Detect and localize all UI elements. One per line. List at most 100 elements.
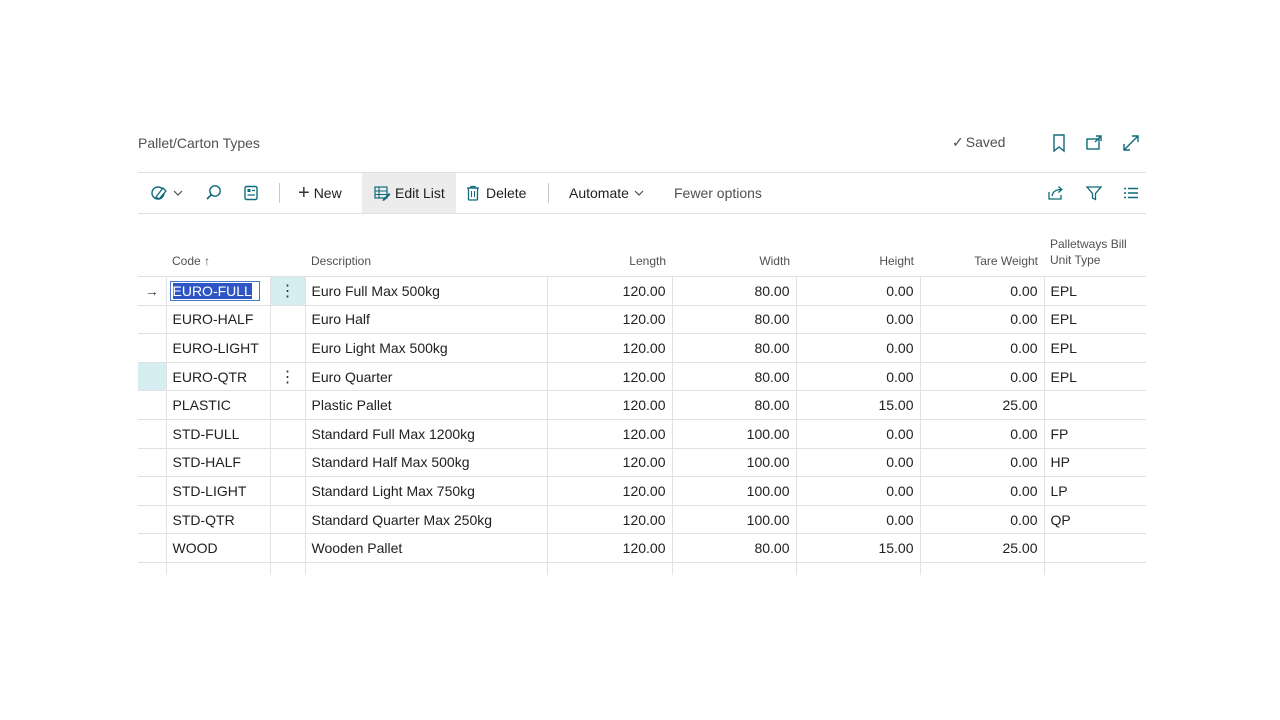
column-header-palletways-bill-unit-type[interactable]: Palletways Bill Unit Type — [1044, 230, 1146, 277]
cell-height[interactable]: 15.00 — [795, 390, 920, 420]
table-row[interactable]: STD-HALF Standard Half Max 500kg 120.00 … — [138, 448, 1146, 478]
column-header-width[interactable]: Width — [672, 230, 796, 277]
cell-code[interactable]: EURO-LIGHT — [165, 333, 270, 363]
table-row[interactable]: EURO-HALF Euro Half 120.00 80.00 0.00 0.… — [138, 305, 1146, 335]
cell-height[interactable]: 0.00 — [795, 362, 920, 392]
row-menu-cell[interactable] — [269, 390, 305, 420]
row-selector[interactable] — [138, 562, 166, 575]
cell-code[interactable]: PLASTIC — [165, 390, 270, 420]
cell-unit-type[interactable]: EPL — [1043, 333, 1146, 363]
current-row-arrow-icon[interactable]: → — [138, 276, 166, 306]
cell-description[interactable]: Standard Half Max 500kg — [304, 448, 547, 478]
row-selector[interactable] — [138, 448, 166, 478]
row-selector[interactable] — [138, 505, 166, 535]
new-button[interactable]: + New — [298, 173, 342, 213]
cell-code[interactable]: EURO-QTR — [165, 362, 270, 392]
cell-description[interactable]: Wooden Pallet — [304, 533, 547, 563]
cell-description[interactable]: Euro Full Max 500kg — [304, 276, 547, 306]
table-row[interactable]: EURO-LIGHT Euro Light Max 500kg 120.00 8… — [138, 333, 1146, 363]
cell-length[interactable]: 120.00 — [546, 419, 672, 449]
table-row[interactable]: STD-LIGHT Standard Light Max 750kg 120.0… — [138, 476, 1146, 506]
cell-width[interactable]: 100.00 — [671, 448, 796, 478]
table-row[interactable]: STD-FULL Standard Full Max 1200kg 120.00… — [138, 419, 1146, 449]
cell-tare-weight[interactable]: 0.00 — [919, 276, 1044, 306]
fewer-options-button[interactable]: Fewer options — [674, 173, 762, 213]
column-header-code[interactable]: Code ↑ — [166, 230, 270, 277]
cell-unit-type[interactable]: LP — [1043, 476, 1146, 506]
cell-code[interactable]: WOOD — [165, 533, 270, 563]
column-header-tare-weight[interactable]: Tare Weight — [920, 230, 1044, 277]
cell-height[interactable]: 0.00 — [795, 333, 920, 363]
cell-code[interactable]: STD-LIGHT — [165, 476, 270, 506]
cell-height[interactable] — [795, 562, 920, 575]
table-row[interactable]: → EURO-FULL ⋮ Euro Full Max 500kg 120.00… — [138, 276, 1146, 306]
cell-tare-weight[interactable]: 0.00 — [919, 362, 1044, 392]
cell-code[interactable]: STD-HALF — [165, 448, 270, 478]
cell-width[interactable]: 80.00 — [671, 305, 796, 335]
cell-unit-type[interactable] — [1043, 533, 1146, 563]
cell-code[interactable]: STD-FULL — [165, 419, 270, 449]
row-selector[interactable] — [138, 476, 166, 506]
table-row[interactable]: EURO-QTR ⋮ Euro Quarter 120.00 80.00 0.0… — [138, 362, 1146, 392]
cell-length[interactable]: 120.00 — [546, 333, 672, 363]
row-menu-cell[interactable] — [269, 305, 305, 335]
cell-tare-weight[interactable]: 25.00 — [919, 533, 1044, 563]
cell-description[interactable]: Standard Light Max 750kg — [304, 476, 547, 506]
cell-description[interactable]: Euro Quarter — [304, 362, 547, 392]
cell-height[interactable]: 0.00 — [795, 448, 920, 478]
expand-icon[interactable] — [1120, 132, 1142, 154]
cell-description[interactable]: Standard Quarter Max 250kg — [304, 505, 547, 535]
row-selector[interactable] — [138, 533, 166, 563]
delete-button[interactable]: Delete — [465, 173, 526, 213]
cell-length[interactable]: 120.00 — [546, 390, 672, 420]
cell-code[interactable] — [165, 562, 270, 575]
edit-list-button[interactable]: Edit List — [362, 173, 456, 213]
column-header-height[interactable]: Height — [796, 230, 920, 277]
row-selector[interactable] — [138, 305, 166, 335]
cell-unit-type[interactable]: QP — [1043, 505, 1146, 535]
row-selector[interactable] — [138, 362, 166, 392]
cell-tare-weight[interactable]: 0.00 — [919, 448, 1044, 478]
column-header-description[interactable]: Description — [305, 230, 547, 277]
cell-description[interactable]: Plastic Pallet — [304, 390, 547, 420]
cell-width[interactable]: 80.00 — [671, 362, 796, 392]
row-menu-cell[interactable] — [269, 476, 305, 506]
cell-code[interactable]: EURO-FULL — [165, 276, 270, 306]
bookmark-icon[interactable] — [1048, 132, 1070, 154]
row-menu-cell[interactable] — [269, 562, 305, 575]
cell-unit-type[interactable]: HP — [1043, 448, 1146, 478]
row-menu-cell[interactable] — [269, 448, 305, 478]
cell-length[interactable]: 120.00 — [546, 533, 672, 563]
cell-width[interactable]: 100.00 — [671, 419, 796, 449]
share-button[interactable] — [1046, 173, 1066, 213]
cell-height[interactable]: 0.00 — [795, 505, 920, 535]
cell-description[interactable]: Euro Half — [304, 305, 547, 335]
cell-length[interactable]: 120.00 — [546, 305, 672, 335]
row-menu-cell[interactable] — [269, 333, 305, 363]
cell-code[interactable]: STD-QTR — [165, 505, 270, 535]
view-switcher-button[interactable] — [150, 173, 184, 213]
cell-length[interactable]: 120.00 — [546, 476, 672, 506]
cell-height[interactable]: 0.00 — [795, 305, 920, 335]
cell-description[interactable]: Euro Light Max 500kg — [304, 333, 547, 363]
row-menu-cell[interactable] — [269, 533, 305, 563]
cell-tare-weight[interactable]: 25.00 — [919, 390, 1044, 420]
automate-menu[interactable]: Automate — [569, 173, 645, 213]
row-selector[interactable] — [138, 419, 166, 449]
cell-height[interactable]: 15.00 — [795, 533, 920, 563]
row-menu-cell[interactable] — [269, 419, 305, 449]
cell-width[interactable] — [671, 562, 796, 575]
row-menu-icon[interactable]: ⋮ — [269, 362, 305, 392]
cell-code[interactable]: EURO-HALF — [165, 305, 270, 335]
open-new-window-icon[interactable] — [1083, 132, 1105, 154]
cell-tare-weight[interactable]: 0.00 — [919, 419, 1044, 449]
table-row[interactable]: WOOD Wooden Pallet 120.00 80.00 15.00 25… — [138, 533, 1146, 563]
code-edit-field[interactable]: EURO-FULL — [169, 280, 260, 301]
new-row-placeholder[interactable] — [138, 562, 1146, 575]
cell-height[interactable]: 0.00 — [795, 276, 920, 306]
row-menu-cell[interactable] — [269, 505, 305, 535]
cell-unit-type[interactable]: FP — [1043, 419, 1146, 449]
cell-unit-type[interactable]: EPL — [1043, 276, 1146, 306]
cell-height[interactable]: 0.00 — [795, 476, 920, 506]
cell-length[interactable]: 120.00 — [546, 448, 672, 478]
